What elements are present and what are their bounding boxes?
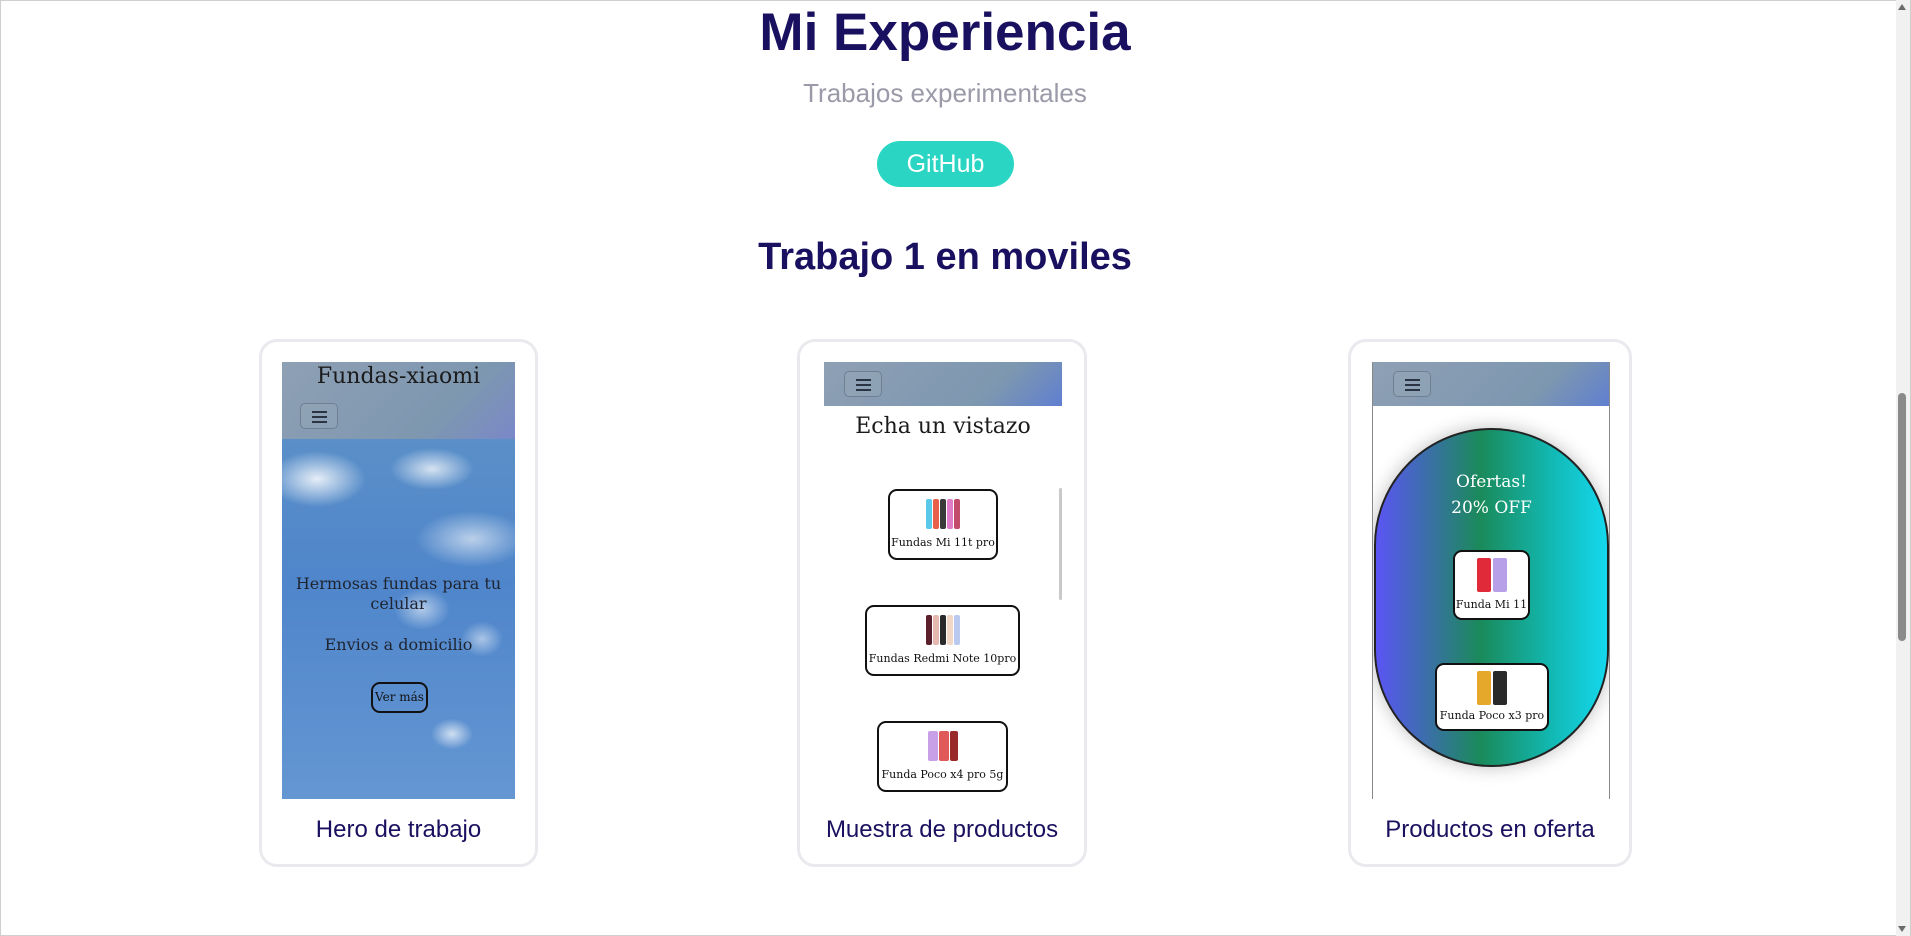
phone-case-icon	[1437, 671, 1547, 705]
offer-discount: 20% OFF	[1451, 498, 1532, 518]
page-subtitle: Trabajos experimentales	[803, 78, 1087, 108]
phone-cases-icon	[879, 731, 1006, 761]
product-label: Funda Poco x4 pro 5g	[881, 768, 1004, 781]
product-tile: Fundas Mi 11t pro	[888, 489, 998, 560]
preview-scrollbar	[1059, 488, 1062, 600]
offers-preview-header	[1373, 362, 1609, 406]
product-label: Fundas Mi 11t pro	[891, 536, 995, 549]
card-caption: Muestra de productos	[825, 816, 1059, 843]
product-label: Fundas Redmi Note 10pro	[868, 652, 1017, 665]
phone-cases-icon	[867, 615, 1018, 645]
products-preview-image: Echa un vistazo Fundas Mi 11t pro Fundas…	[824, 362, 1062, 799]
sky-background: Hermosas fundas para tu celular Envios a…	[282, 439, 515, 799]
page-scrollbar[interactable]	[1896, 0, 1910, 936]
products-preview-heading: Echa un vistazo	[855, 414, 1031, 439]
hamburger-menu-icon	[1393, 371, 1431, 397]
offer-title: Ofertas!	[1456, 472, 1527, 492]
product-label: Funda Mi 11	[1455, 598, 1528, 611]
product-label: Funda Poco x3 pro	[1439, 709, 1545, 722]
product-tile: Funda Poco x4 pro 5g	[877, 721, 1008, 792]
section-title: Trabajo 1 en moviles	[758, 236, 1132, 278]
card-caption: Productos en oferta	[1385, 816, 1595, 843]
github-button[interactable]: GitHub	[877, 141, 1014, 187]
hero-preview-header: Fundas-xiaomi	[282, 362, 515, 439]
phone-cases-icon	[890, 499, 996, 529]
project-card-products[interactable]: Echa un vistazo Fundas Mi 11t pro Fundas…	[797, 339, 1087, 867]
hero-preview-subline: Envios a domicilio	[324, 635, 473, 654]
phone-case-icon	[1455, 558, 1528, 592]
hero-preview-brand: Fundas-xiaomi	[316, 364, 481, 389]
scroll-up-arrow-icon[interactable]	[1898, 4, 1906, 10]
project-card-offers[interactable]: Ofertas! 20% OFF Funda Mi 11 Funda Poco …	[1348, 339, 1632, 867]
page-title: Mi Experiencia	[759, 3, 1131, 62]
hamburger-menu-icon	[844, 371, 882, 397]
offer-banner: Ofertas! 20% OFF Funda Mi 11 Funda Poco …	[1374, 428, 1609, 767]
hero-preview-headline: Hermosas fundas para tu celular	[295, 574, 502, 613]
project-card-hero[interactable]: Fundas-xiaomi Hermosas fundas para tu ce…	[259, 339, 538, 867]
hero-preview-cta: Ver más	[371, 682, 428, 713]
offers-preview-image: Ofertas! 20% OFF Funda Mi 11 Funda Poco …	[1372, 362, 1610, 799]
hero-preview-image: Fundas-xiaomi Hermosas fundas para tu ce…	[282, 362, 515, 799]
card-caption: Hero de trabajo	[315, 816, 482, 843]
offer-product-tile: Funda Mi 11	[1453, 550, 1530, 620]
offer-product-tile: Funda Poco x3 pro	[1435, 663, 1549, 731]
product-tile: Fundas Redmi Note 10pro	[865, 605, 1020, 676]
hamburger-menu-icon	[300, 403, 338, 429]
scroll-down-arrow-icon[interactable]	[1898, 926, 1906, 932]
scrollbar-thumb[interactable]	[1898, 393, 1906, 641]
products-preview-header	[824, 362, 1062, 406]
